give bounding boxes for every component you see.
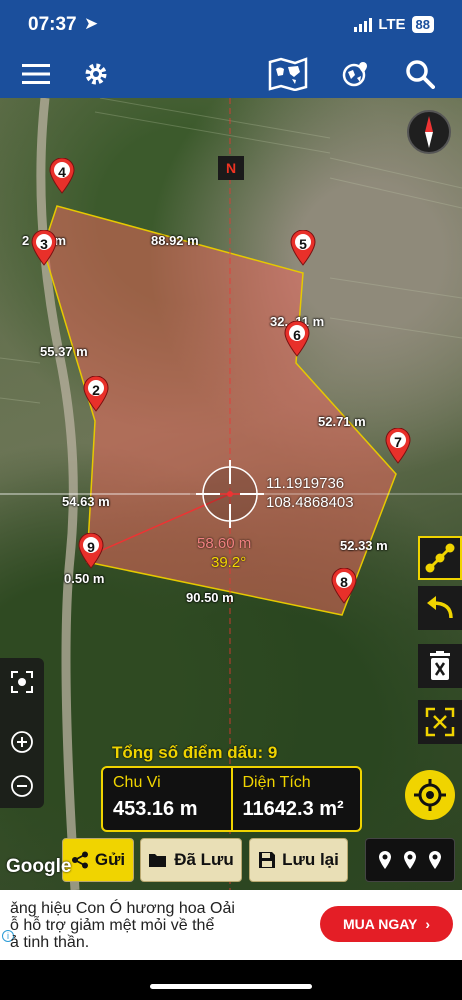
saved-label: Đã Lưu	[174, 850, 234, 869]
world-map-icon[interactable]	[268, 57, 308, 91]
save-button[interactable]: Lưu lại	[249, 838, 348, 882]
pin-icon	[429, 851, 442, 869]
edge-length: 54.63 m	[62, 494, 110, 509]
chevron-right-icon: ›	[425, 916, 431, 932]
perimeter-box: Chu Vi 453.16 m	[103, 768, 231, 830]
distance-readout: 58.60 m 39.2°	[197, 534, 251, 572]
map-marker[interactable]: 9	[78, 532, 104, 569]
status-bar: 07:37 ➤ LTE 88	[0, 0, 462, 50]
map-marker[interactable]: 2	[83, 375, 109, 412]
gear-icon[interactable]	[80, 58, 112, 90]
zoom-in-icon[interactable]	[10, 730, 34, 759]
ad-text-line: ǎng hiệu Con Ó hương hoa Oải	[10, 900, 235, 917]
menu-icon[interactable]	[20, 58, 52, 90]
polygon-tool-icon[interactable]	[418, 536, 462, 580]
buy-now-button[interactable]: MUA NGAY ›	[320, 906, 453, 942]
locate-frame-icon[interactable]	[10, 670, 34, 699]
save-label: Lưu lại	[282, 850, 339, 869]
fit-bounds-icon[interactable]	[418, 700, 462, 744]
distance-value: 58.60 m	[197, 535, 252, 552]
bottom-area	[0, 960, 462, 1000]
google-logo: Google	[6, 856, 72, 877]
map-zoom-panel	[0, 658, 44, 808]
compass-icon[interactable]	[407, 110, 451, 154]
map-marker[interactable]: 4	[49, 157, 75, 194]
share-icon	[71, 851, 88, 869]
location-arrow-icon: ➤	[84, 14, 99, 33]
zoom-out-icon[interactable]	[10, 774, 34, 803]
send-button[interactable]: Gửi	[62, 838, 134, 882]
globe-pin-icon[interactable]	[340, 58, 372, 90]
floppy-icon	[259, 852, 276, 868]
center-coordinates: 11.1919736 108.4868403	[266, 474, 354, 512]
map-marker[interactable]: 5	[290, 229, 316, 266]
satellite-map[interactable]: N 2 3 m 88.92 m 32. 11 m 55.37 m 52.71 m…	[0, 98, 462, 890]
area-box: Diện Tích 11642.3 m²	[230, 768, 361, 830]
ad-text-line: ỗ hỗ trợ giảm mệt mỏi về thể	[10, 917, 215, 934]
network-type: LTE	[378, 16, 406, 33]
markers-toggle-button[interactable]	[365, 838, 455, 882]
edge-length: 0.50 m	[64, 571, 105, 586]
battery-level: 88	[411, 16, 434, 33]
perimeter-value: 453.16 m	[113, 798, 198, 820]
ad-text-line: ả tinh thần.	[10, 934, 90, 951]
latitude: 11.1919736	[266, 475, 345, 492]
pin-icon	[403, 851, 416, 869]
map-marker[interactable]: 8	[331, 567, 357, 604]
ad-banner[interactable]: i ǎng hiệu Con Ó hương hoa Oải ỗ hỗ trợ …	[0, 890, 462, 960]
area-label: Diện Tích	[242, 774, 311, 791]
signal-icon	[354, 17, 373, 32]
total-markers-label: Tổng số điểm dấu: 9	[112, 743, 278, 762]
crosshair-gps-icon	[414, 779, 446, 811]
undo-icon[interactable]	[418, 586, 462, 630]
area-value: 11642.3 m²	[242, 798, 344, 820]
edge-length: 90.50 m	[186, 590, 234, 605]
longitude: 108.4868403	[266, 494, 354, 511]
status-indicators: LTE 88	[354, 16, 434, 33]
saved-button[interactable]: Đã Lưu	[140, 838, 242, 882]
edge-length: 88.92 m	[151, 233, 199, 248]
edge-length: 55.37 m	[40, 344, 88, 359]
ad-text: ǎng hiệu Con Ó hương hoa Oải ỗ hỗ trợ gi…	[10, 900, 260, 951]
map-marker[interactable]: 6	[284, 320, 310, 357]
north-indicator: N	[218, 156, 244, 180]
perimeter-label: Chu Vi	[113, 774, 161, 791]
folder-icon	[149, 854, 167, 867]
edge-length: 52.33 m	[340, 538, 388, 553]
map-marker[interactable]: 7	[385, 427, 411, 464]
measurement-summary: Chu Vi 453.16 m Diện Tích 11642.3 m²	[101, 766, 362, 832]
bearing-value: 39.2°	[211, 554, 247, 571]
home-indicator[interactable]	[150, 984, 312, 989]
search-icon[interactable]	[404, 58, 436, 90]
status-time: 07:37	[28, 14, 77, 35]
edge-length: 52.71 m	[318, 414, 366, 429]
delete-icon[interactable]	[418, 644, 462, 688]
gps-locate-button[interactable]	[405, 770, 455, 820]
send-label: Gửi	[94, 850, 126, 869]
pin-icon	[378, 851, 391, 869]
top-toolbar	[0, 50, 462, 98]
buy-now-label: MUA NGAY	[342, 916, 418, 932]
map-marker[interactable]: 3	[31, 229, 57, 266]
